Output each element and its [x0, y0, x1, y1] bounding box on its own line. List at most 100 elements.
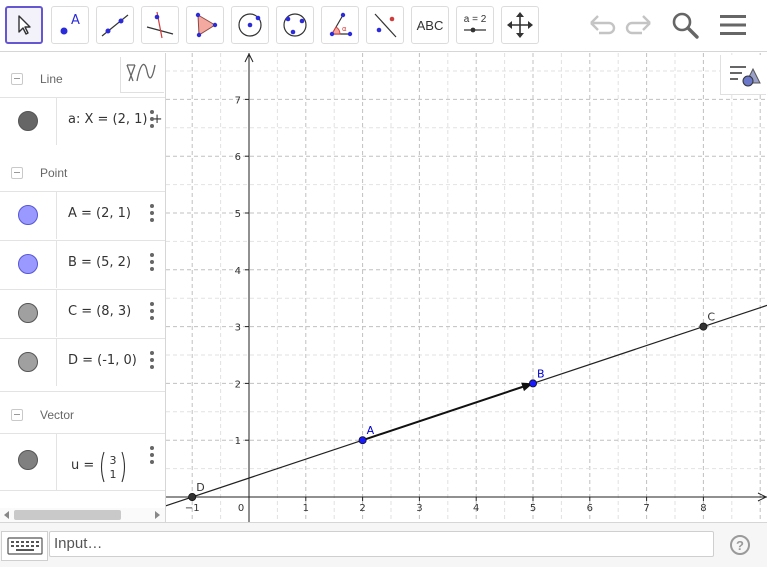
point-label-b: B [537, 367, 545, 380]
algebra-item-line-a[interactable]: a: X = (2, 1) + [0, 97, 165, 145]
tick-labels: −1 0 1 2 3 4 5 6 7 8 1 2 3 4 5 6 7 [185, 95, 707, 514]
y-tick-label: 1 [235, 436, 241, 447]
point-icon: A [60, 13, 80, 35]
algebra-style-bar-button[interactable] [120, 57, 164, 93]
point-c [699, 322, 708, 331]
more-options-icon[interactable] [149, 110, 155, 130]
undo-button[interactable] [585, 8, 619, 42]
virtual-keyboard-button[interactable] [1, 531, 48, 561]
arrow-cursor-icon [18, 15, 31, 35]
angle-icon: α [329, 12, 353, 37]
x-tick-label: 8 [700, 503, 706, 514]
reflect-tool-button[interactable] [366, 6, 404, 44]
y-tick-label: 2 [235, 379, 241, 390]
algebra-item-vector-u[interactable]: u = 3 1 [0, 433, 165, 491]
more-options-icon[interactable] [149, 446, 155, 466]
collapse-icon[interactable] [11, 73, 23, 85]
vector-column: 3 1 [100, 451, 126, 483]
algebra-input-field[interactable]: Input… [49, 531, 714, 557]
y-tick-label: 4 [235, 266, 241, 277]
graphics-canvas[interactable]: −1 0 1 2 3 4 5 6 7 8 1 2 3 4 5 6 7 A B C D [166, 53, 767, 522]
svg-text:A: A [71, 13, 80, 28]
polygon-tool-button[interactable] [186, 6, 224, 44]
point-d [188, 492, 197, 501]
redo-button[interactable] [622, 8, 656, 42]
algebra-item-point-c[interactable]: C = (8, 3) [0, 289, 165, 337]
point-b [528, 379, 537, 388]
visibility-toggle[interactable] [18, 205, 38, 225]
toolbar: A α ABC a = 2 [0, 0, 767, 52]
more-options-icon[interactable] [149, 253, 155, 273]
point-tool-button[interactable]: A [51, 6, 89, 44]
geometry-objects: A B C D [166, 304, 767, 507]
group-header-point[interactable]: Point [0, 150, 165, 194]
graphics-view[interactable]: −1 0 1 2 3 4 5 6 7 8 1 2 3 4 5 6 7 A B C D [166, 53, 767, 522]
perpendicular-line-tool-button[interactable] [141, 6, 179, 44]
algebra-view: Line a: X = (2, 1) + Point A = (2, 1) B … [0, 53, 166, 522]
more-options-icon[interactable] [149, 351, 155, 371]
x-tick-label: 4 [473, 503, 479, 514]
point-a [358, 436, 367, 445]
menu-icon [720, 15, 746, 35]
circle-three-points-icon [283, 13, 307, 37]
input-placeholder: Input… [54, 535, 103, 552]
scroll-right-icon[interactable] [155, 511, 160, 519]
visibility-toggle[interactable] [18, 450, 38, 470]
slider-tool-button[interactable]: a = 2 [456, 6, 494, 44]
svg-text:3: 3 [110, 454, 117, 467]
move-graphics-tool-button[interactable] [501, 6, 539, 44]
sort-by-icon [126, 63, 156, 82]
group-label: Line [40, 72, 63, 86]
visibility-toggle[interactable] [18, 352, 38, 372]
algebra-item-point-b[interactable]: B = (5, 2) [0, 240, 165, 288]
line-a [166, 304, 767, 507]
graphics-style-icon [729, 65, 761, 86]
text-tool-button[interactable]: ABC [411, 6, 449, 44]
text-icon: ABC [416, 17, 444, 33]
more-options-icon[interactable] [149, 302, 155, 322]
svg-text:a = 2: a = 2 [464, 14, 487, 25]
move-tool-button[interactable] [5, 6, 43, 44]
group-label: Vector [40, 408, 75, 422]
angle-tool-button[interactable]: α [321, 6, 359, 44]
reflect-about-line-icon [374, 13, 397, 38]
circle-three-points-tool-button[interactable] [276, 6, 314, 44]
collapse-icon[interactable] [11, 409, 23, 421]
line-tool-button[interactable] [96, 6, 134, 44]
more-options-icon[interactable] [149, 204, 155, 224]
circle-center-point-tool-button[interactable] [231, 6, 269, 44]
visibility-toggle[interactable] [18, 303, 38, 323]
vector-u [362, 385, 523, 442]
visibility-toggle[interactable] [18, 111, 38, 131]
graphics-style-bar-button[interactable] [720, 55, 766, 95]
search-icon [672, 12, 699, 39]
help-icon: ? [736, 537, 744, 553]
perpendicular-line-icon [146, 11, 174, 39]
algebra-horizontal-scrollbar[interactable] [0, 508, 165, 522]
collapse-icon[interactable] [11, 167, 23, 179]
input-bar: Input… ? [0, 522, 767, 567]
vector-name: u = [71, 458, 95, 473]
scroll-left-icon[interactable] [4, 511, 9, 519]
point-label-c: C [707, 311, 715, 324]
algebra-item-point-d[interactable]: D = (-1, 0) [0, 338, 165, 386]
help-button[interactable]: ? [730, 535, 750, 555]
x-tick-label: 5 [530, 503, 536, 514]
redo-icon [625, 15, 651, 35]
search-button[interactable] [668, 8, 702, 42]
undo-icon [590, 15, 616, 35]
point-label-d: D [196, 481, 204, 494]
polygon-icon [195, 12, 218, 38]
algebra-item-point-a[interactable]: A = (2, 1) [0, 191, 165, 239]
y-tick-label: 5 [235, 209, 241, 220]
scrollbar-thumb[interactable] [14, 510, 121, 520]
group-header-vector[interactable]: Vector [0, 391, 165, 435]
point-definition: B = (5, 2) [68, 255, 132, 270]
group-label: Point [40, 166, 68, 180]
visibility-toggle[interactable] [18, 254, 38, 274]
main-menu-button[interactable] [716, 8, 750, 42]
point-definition: C = (8, 3) [68, 304, 132, 319]
svg-text:α: α [342, 25, 347, 33]
y-tick-label: 6 [235, 152, 241, 163]
slider-icon: a = 2 [464, 14, 487, 33]
